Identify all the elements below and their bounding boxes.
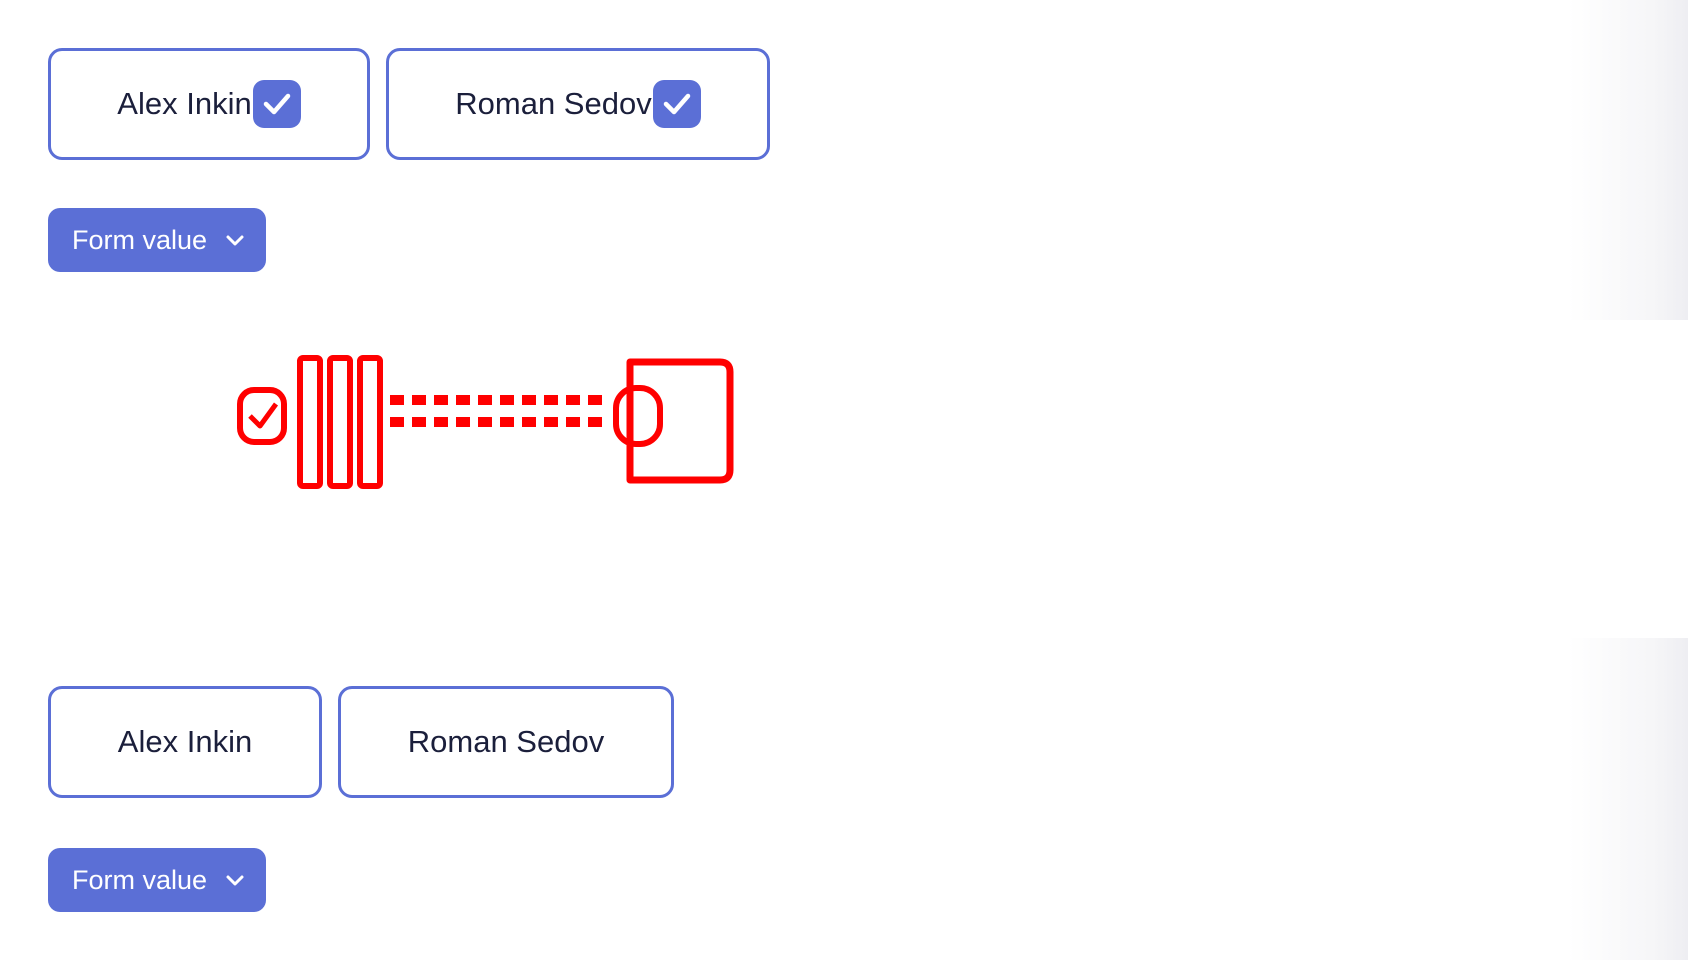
unchecked-chips-panel: Alex Inkin Roman Sedov Form value: [0, 638, 1568, 960]
chip-label: Roman Sedov: [455, 86, 652, 121]
chip-group: Alex Inkin Roman Sedov: [48, 686, 674, 798]
rendering-artifact-overlay: [237, 355, 734, 489]
dropdown-label: Form value: [72, 224, 208, 255]
form-value-dropdown[interactable]: Form value: [48, 848, 266, 912]
chip-alex-inkin[interactable]: Alex Inkin: [48, 48, 370, 160]
form-value-dropdown[interactable]: Form value: [48, 208, 266, 272]
dropdown-label: Form value: [72, 864, 208, 895]
chip-roman-sedov[interactable]: Roman Sedov: [338, 686, 674, 798]
checkmark-icon[interactable]: [252, 80, 301, 128]
chip-label: Roman Sedov: [407, 724, 605, 759]
chip-label: Alex Inkin: [117, 724, 253, 759]
chevron-down-icon: [224, 868, 246, 899]
chevron-down-icon: [224, 228, 246, 259]
checkmark-icon[interactable]: [652, 80, 701, 128]
chip-alex-inkin[interactable]: Alex Inkin: [48, 686, 322, 798]
chip-label: Alex Inkin: [117, 86, 252, 121]
checked-chips-panel: Alex Inkin Roman Sedov Form value: [0, 0, 1568, 320]
chip-roman-sedov[interactable]: Roman Sedov: [386, 48, 770, 160]
chip-group: Alex Inkin Roman Sedov: [48, 48, 770, 160]
